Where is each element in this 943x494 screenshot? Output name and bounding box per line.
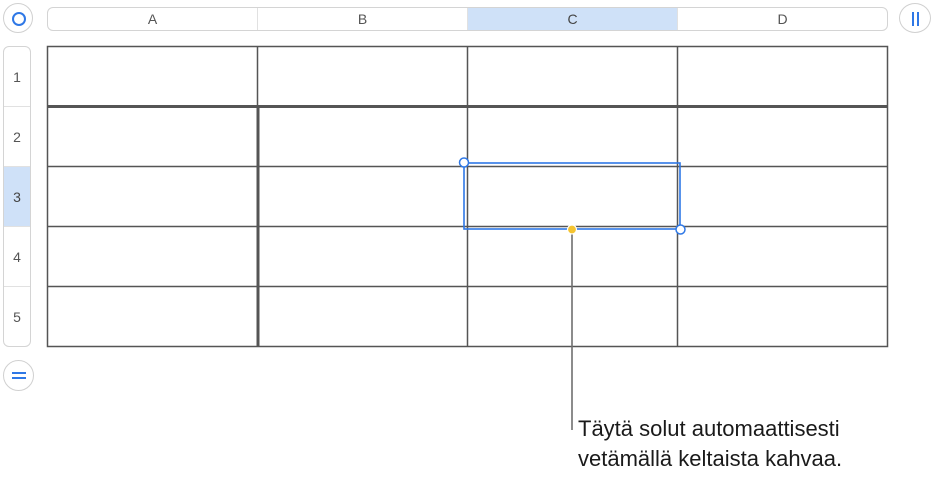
table-cell[interactable] (48, 227, 257, 286)
row-header-3[interactable]: 3 (4, 167, 30, 227)
table-cell[interactable] (258, 47, 467, 106)
table-select-handle[interactable] (3, 3, 33, 33)
horizontal-bars-icon (12, 372, 26, 379)
table-cell[interactable] (468, 108, 677, 166)
table-cell[interactable] (468, 167, 677, 226)
table-cell[interactable] (468, 47, 677, 106)
circle-icon (12, 12, 26, 26)
row-header-4[interactable]: 4 (4, 227, 30, 287)
table-cell[interactable] (258, 287, 467, 346)
table-cell[interactable] (258, 108, 467, 166)
table-cells (48, 47, 887, 346)
table-cell[interactable] (48, 47, 257, 106)
table-cell[interactable] (48, 108, 257, 166)
add-column-handle[interactable] (899, 3, 931, 33)
row-header-bar: 1 2 3 4 5 (3, 46, 31, 347)
autofill-handle[interactable] (566, 224, 578, 235)
row-header-1[interactable]: 1 (4, 47, 30, 107)
table-cell[interactable] (258, 167, 467, 226)
selection-handle-top-left[interactable] (458, 157, 470, 168)
column-header-bar: A B C D (47, 7, 888, 31)
column-header-c[interactable]: C (468, 8, 678, 30)
callout-text: Täytä solut automaattisesti vetämällä ke… (578, 414, 940, 474)
table-cell[interactable] (678, 227, 887, 286)
callout-line-1: Täytä solut automaattisesti (578, 416, 840, 441)
add-row-handle[interactable] (3, 360, 34, 391)
table-cell[interactable] (468, 287, 677, 346)
table-cell[interactable] (678, 287, 887, 346)
table-cell[interactable] (678, 47, 887, 106)
column-header-d[interactable]: D (678, 8, 887, 30)
vertical-bars-icon (912, 12, 919, 26)
table-cell[interactable] (48, 167, 257, 226)
table-cell[interactable] (678, 167, 887, 226)
selection-handle-bottom-right[interactable] (675, 224, 686, 235)
callout-line-2: vetämällä keltaista kahvaa. (578, 446, 843, 471)
table-border (46, 45, 889, 348)
table-cell[interactable] (678, 108, 887, 166)
table-cell[interactable] (258, 227, 467, 286)
column-header-a[interactable]: A (48, 8, 258, 30)
column-header-b[interactable]: B (258, 8, 468, 30)
table-cell[interactable] (48, 287, 257, 346)
cell-selection-outline (463, 162, 681, 230)
row-header-2[interactable]: 2 (4, 107, 30, 167)
row-header-5[interactable]: 5 (4, 287, 30, 346)
table-cell[interactable] (468, 227, 677, 286)
